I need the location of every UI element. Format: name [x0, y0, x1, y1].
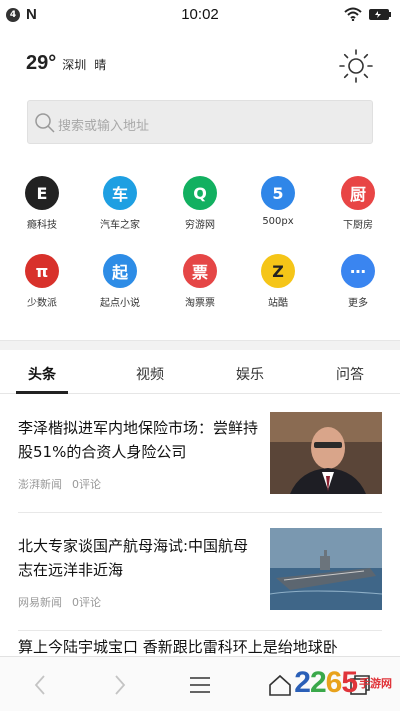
qyer-icon: Q	[183, 176, 217, 210]
weather-condition: 晴	[94, 58, 107, 72]
news-comments: 0评论	[72, 596, 101, 609]
news-source: 澎湃新闻	[18, 478, 62, 491]
app-label: 起点小说	[100, 298, 140, 309]
search-input[interactable]: 搜索或输入地址	[27, 100, 373, 144]
app-label: 穷游网	[185, 220, 215, 231]
tab-headlines[interactable]: 头条	[12, 364, 72, 384]
app-label: 少数派	[27, 298, 57, 309]
app-shortcut-engadget[interactable]: E 瘾科技	[12, 176, 72, 231]
app-label: 下厨房	[343, 220, 373, 231]
forward-icon	[115, 675, 126, 695]
app-shortcut-qidian[interactable]: 起起点小说	[90, 254, 150, 309]
app-label: 瘾科技	[27, 220, 57, 231]
weather-widget[interactable]: 29° 深圳 晴	[26, 52, 106, 80]
news-comments: 0评论	[72, 478, 101, 491]
forward-button[interactable]	[106, 671, 134, 699]
home-button[interactable]	[266, 671, 294, 699]
app-shortcut-sspai[interactable]: π 少数派	[12, 254, 72, 309]
status-bar: 4 N 10:02	[0, 0, 400, 30]
menu-icon	[190, 677, 210, 693]
app-shortcut-autohome[interactable]: 车汽车之家	[90, 176, 150, 231]
news-meta: 澎湃新闻 0评论	[18, 476, 101, 492]
app-shortcut-more[interactable]: ⋯ 更多	[328, 254, 388, 309]
app-shortcut-zcool[interactable]: Z 站酷	[248, 254, 308, 309]
menu-button[interactable]	[186, 671, 214, 699]
city-name: 深圳	[62, 58, 87, 72]
xiachufang-icon: 厨	[341, 176, 375, 210]
app-shortcut-taopiaopiao[interactable]: 票淘票票	[170, 254, 230, 309]
news-item[interactable]: 李泽楷拟进军内地保险市场：尝鲜持股51%的合资人身险公司 澎湃新闻 0评论	[0, 410, 400, 510]
app-label: 淘票票	[185, 298, 215, 309]
news-thumbnail	[270, 412, 382, 494]
watermark-digit: 2	[309, 666, 327, 699]
tab-video[interactable]: 视频	[120, 364, 180, 384]
qidian-icon: 起	[103, 254, 137, 288]
news-meta: 网易新闻 0评论	[18, 594, 101, 610]
news-title-partial[interactable]: 算上今陆宇城宝口 香新跟比雷科环上是绐地球卧	[18, 636, 388, 657]
battery-icon	[369, 8, 391, 20]
section-divider	[0, 340, 400, 350]
app-shortcut-500px[interactable]: 5 500px	[248, 176, 308, 227]
news-source: 网易新闻	[18, 596, 62, 609]
back-button[interactable]	[26, 671, 54, 699]
sspai-icon: π	[25, 254, 59, 288]
temperature: 29°	[26, 52, 57, 74]
more-icon: ⋯	[341, 254, 375, 288]
news-separator	[18, 630, 382, 631]
news-title: 北大专家谈国产航母海试:中国航母志在远洋非近海	[18, 537, 249, 579]
zcool-icon: Z	[261, 254, 295, 288]
news-thumbnail	[270, 528, 382, 610]
app-label: 500px	[262, 216, 294, 227]
sun-icon[interactable]	[338, 48, 374, 84]
search-icon	[35, 113, 55, 133]
active-tab-indicator	[16, 391, 68, 394]
engadget-icon: E	[25, 176, 59, 210]
watermark-digit: 5	[341, 666, 358, 699]
500px-icon: 5	[261, 176, 295, 210]
autohome-icon: 车	[103, 176, 137, 210]
app-shortcut-xiachufang[interactable]: 厨下厨房	[328, 176, 388, 231]
watermark-digit: 2	[294, 666, 311, 699]
news-item[interactable]: 北大专家谈国产航母海试:中国航母志在远洋非近海 网易新闻 0评论	[0, 528, 400, 628]
tab-entertainment[interactable]: 娱乐	[220, 364, 280, 384]
app-shortcut-qyer[interactable]: Q 穷游网	[170, 176, 230, 231]
watermark-logo: 2 2 6 5 手游网	[294, 666, 392, 700]
wifi-icon	[344, 7, 362, 21]
app-label: 站酷	[268, 298, 288, 309]
taopiaopiao-icon: 票	[183, 254, 217, 288]
search-placeholder: 搜索或输入地址	[58, 119, 150, 134]
tab-qa[interactable]: 问答	[320, 364, 380, 384]
news-title: 李泽楷拟进军内地保险市场：尝鲜持股51%的合资人身险公司	[18, 419, 259, 461]
status-time: 10:02	[181, 6, 219, 23]
watermark-site-name: 手游网	[359, 677, 392, 690]
home-icon	[269, 674, 291, 696]
back-icon	[34, 675, 45, 695]
news-tabs: 头条 视频 娱乐 问答	[0, 352, 400, 394]
app-label: 汽车之家	[100, 220, 140, 231]
news-separator	[18, 512, 382, 513]
app-label: 更多	[348, 298, 368, 309]
watermark-digit: 6	[325, 666, 343, 699]
